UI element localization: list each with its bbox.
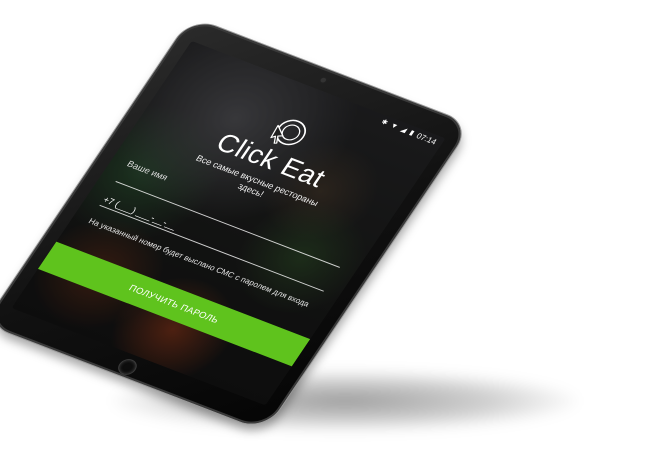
app-screen: ✱ ▼ ◢ ▮ 07:14 Click Eat Все самые вкусны… <box>11 40 446 406</box>
tablet-device: ✱ ▼ ◢ ▮ 07:14 Click Eat Все самые вкусны… <box>0 17 472 431</box>
front-camera <box>319 77 328 84</box>
login-form: Click Eat Все самые вкусные рестораны зд… <box>12 41 446 406</box>
home-button[interactable] <box>116 357 139 377</box>
